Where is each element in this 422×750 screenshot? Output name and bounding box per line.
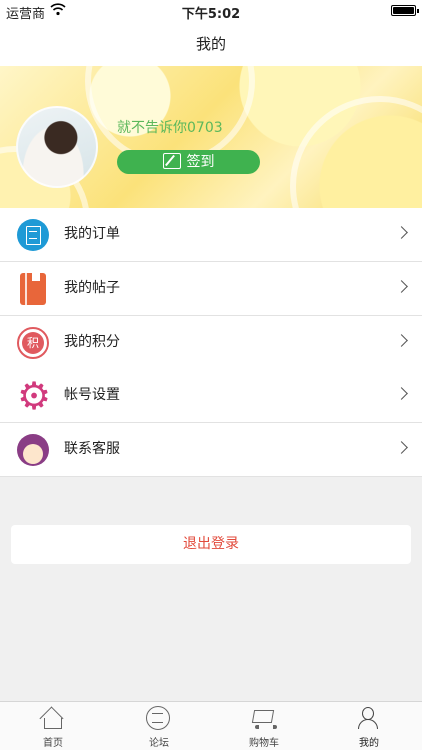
tab-bar: 首页 论坛 购物车 我的 — [0, 701, 422, 750]
points-icon: 积 — [17, 327, 49, 359]
chevron-right-icon — [395, 334, 408, 347]
profile-header: 就不告诉你0703 签到 — [0, 66, 422, 208]
menu-item-label: 帐号设置 — [64, 387, 120, 403]
tab-cart[interactable]: 购物车 — [211, 702, 317, 750]
menu-item-label: 我的帖子 — [64, 280, 120, 296]
profile-icon — [356, 706, 380, 730]
menu-item-posts[interactable]: 我的帖子 — [0, 262, 422, 316]
menu-item-label: 我的积分 — [64, 334, 120, 350]
checkin-button[interactable]: 签到 — [117, 150, 260, 174]
tab-label: 首页 — [43, 738, 63, 749]
username: 就不告诉你0703 — [117, 120, 223, 136]
chevron-right-icon — [395, 280, 408, 293]
clock: 下午5:02 — [181, 7, 241, 22]
navigation-bar: 我的 — [0, 22, 422, 66]
avatar[interactable] — [16, 106, 98, 188]
gear-icon: ⚙ — [17, 374, 52, 418]
tab-label: 论坛 — [149, 738, 169, 749]
page-title: 我的 — [195, 35, 226, 53]
cart-icon — [251, 706, 277, 730]
menu-item-customer-service[interactable]: 联系客服 — [0, 423, 422, 477]
customer-service-icon — [17, 434, 49, 466]
order-icon — [17, 219, 49, 251]
logout-button[interactable]: 退出登录 — [11, 525, 411, 564]
tab-forum[interactable]: 论坛 — [106, 702, 212, 750]
tab-label: 我的 — [359, 738, 379, 749]
home-icon — [40, 706, 64, 730]
status-bar: 运营商 下午5:02 — [0, 0, 422, 22]
tab-me[interactable]: 我的 — [316, 702, 422, 750]
menu-group-settings: ⚙ 帐号设置 联系客服 — [0, 369, 422, 477]
menu-item-label: 联系客服 — [64, 441, 120, 457]
menu-item-label: 我的订单 — [64, 226, 120, 242]
menu-item-account-settings[interactable]: ⚙ 帐号设置 — [0, 369, 422, 423]
chevron-right-icon — [395, 226, 408, 239]
battery-icon — [391, 5, 419, 16]
menu-item-points[interactable]: 积 我的积分 — [0, 316, 422, 370]
menu-item-orders[interactable]: 我的订单 — [0, 208, 422, 262]
forum-icon — [146, 706, 170, 730]
tab-home[interactable]: 首页 — [0, 702, 106, 750]
menu-group-account: 我的订单 我的帖子 积 我的积分 — [0, 208, 422, 370]
tab-label: 购物车 — [249, 738, 279, 749]
lemon-slice-decoration — [290, 96, 422, 208]
edit-icon — [162, 153, 181, 169]
chevron-right-icon — [395, 387, 408, 400]
checkin-label: 签到 — [186, 154, 215, 170]
chevron-right-icon — [395, 441, 408, 454]
post-icon — [20, 273, 46, 305]
